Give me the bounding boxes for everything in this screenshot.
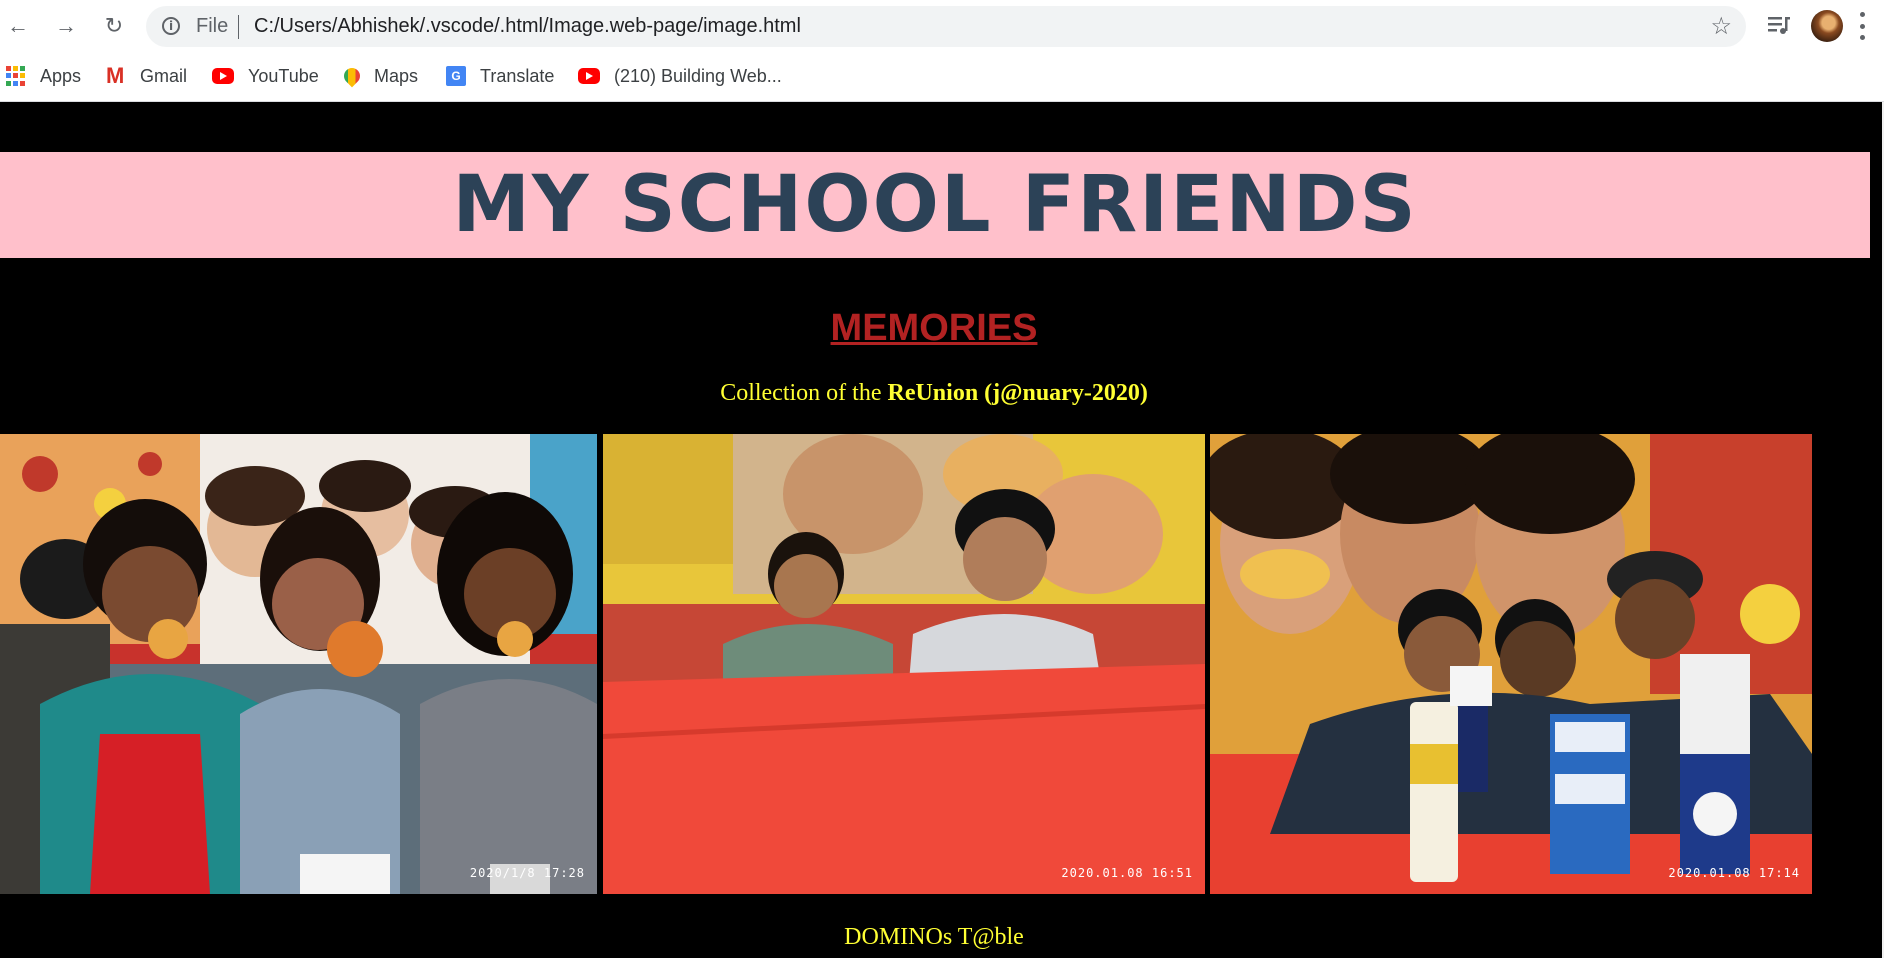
info-icon[interactable]: i	[162, 17, 180, 35]
youtube-icon	[578, 68, 600, 84]
photo-timestamp: 2020.01.08 17:14	[1668, 866, 1800, 880]
bookmark-youtube[interactable]: YouTube	[212, 63, 319, 89]
bookmark-building-web[interactable]: (210) Building Web...	[578, 63, 782, 89]
url-text[interactable]: C:/Users/Abhishek/.vscode/.html/Image.we…	[254, 15, 801, 38]
bookmark-label: Maps	[374, 65, 419, 86]
bookmark-maps[interactable]: Maps	[340, 63, 419, 89]
forward-arrow-icon[interactable]: →	[50, 10, 82, 42]
memories-heading: MEMORIES	[830, 307, 1038, 349]
youtube-icon	[212, 68, 234, 84]
bookmark-translate[interactable]: G Translate	[446, 63, 554, 89]
bookmark-apps[interactable]: Apps	[6, 63, 81, 89]
bookmark-label: Translate	[480, 65, 555, 86]
media-control-icon[interactable]	[1765, 11, 1793, 39]
photo-gallery: 2020/1/8 17:28 2020.01.08 16:51 2020.01.…	[0, 434, 1812, 894]
back-arrow-icon[interactable]: ←	[2, 10, 34, 42]
bookmark-label: Apps	[40, 65, 82, 86]
photo-timestamp: 2020/1/8 17:28	[469, 866, 585, 880]
web-page: MY SCHOOL FRIENDS MEMORIES Collection of…	[0, 102, 1884, 958]
bookmark-gmail[interactable]: M Gmail	[106, 63, 187, 89]
reload-icon[interactable]: ↻	[98, 10, 130, 42]
bookmarks-bar: Apps M Gmail YouTube Maps G Translate (2…	[0, 53, 1884, 102]
apps-grid-icon	[6, 66, 26, 86]
caption-bold: ReUnion (j@nuary-2020)	[887, 380, 1148, 406]
reunion-caption: Collection of the ReUnion (j@nuary-2020)	[0, 380, 1868, 407]
photo-caption: DOMINOs T@ble	[844, 924, 1024, 950]
browser-menu-icon[interactable]	[1860, 12, 1866, 40]
photo-timestamp: 2020.01.08 16:51	[1061, 866, 1193, 880]
photo-friends-with-snacks: 2020.01.08 17:14	[1210, 434, 1812, 894]
bookmark-label: YouTube	[248, 65, 319, 86]
profile-avatar[interactable]	[1811, 10, 1843, 42]
bookmark-label: Gmail	[140, 65, 188, 86]
gmail-icon: M	[106, 63, 125, 88]
photo-friends-at-table: 2020.01.08 16:51	[603, 434, 1205, 894]
photo-girls-eating-pizza: 2020/1/8 17:28	[0, 434, 597, 894]
bookmark-label: (210) Building Web...	[614, 65, 782, 86]
browser-toolbar: ← → ↻ i File C:/Users/Abhishek/.vscode/.…	[0, 0, 1884, 53]
address-bar[interactable]: i File C:/Users/Abhishek/.vscode/.html/I…	[146, 6, 1746, 47]
maps-icon	[340, 64, 364, 88]
address-separator	[238, 15, 239, 39]
translate-icon: G	[446, 66, 466, 86]
title-banner: MY SCHOOL FRIENDS	[0, 152, 1870, 258]
file-scheme-label: File	[196, 15, 229, 37]
page-title: MY SCHOOL FRIENDS	[452, 160, 1418, 250]
bookmark-star-icon[interactable]: ☆	[1710, 12, 1732, 41]
caption-prefix: Collection of the	[720, 380, 888, 406]
